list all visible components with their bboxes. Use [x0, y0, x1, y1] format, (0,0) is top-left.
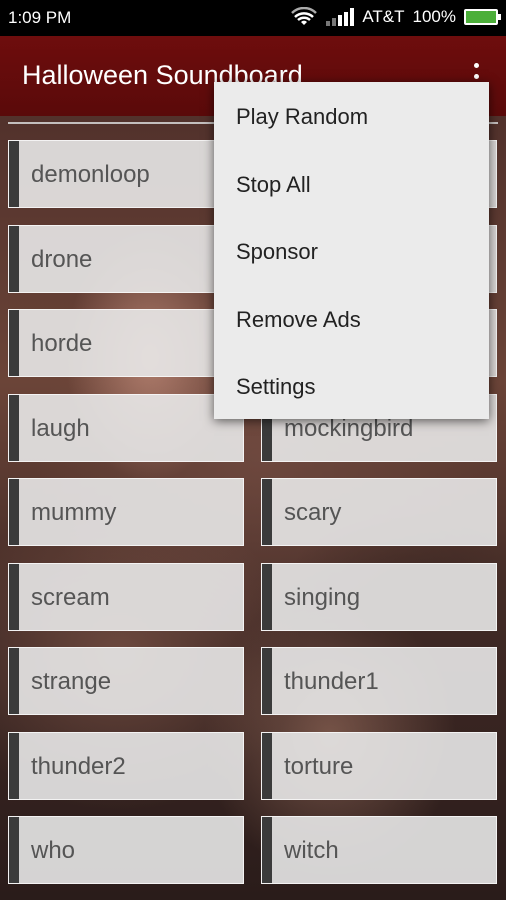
sound-button-accent: [262, 648, 272, 714]
sound-button-label: singing: [284, 583, 361, 611]
sound-button-accent: [9, 310, 19, 376]
signal-icon: [326, 8, 355, 26]
sound-button-accent: [262, 563, 272, 630]
sound-button-label: witch: [284, 837, 339, 864]
sound-button[interactable]: who: [8, 816, 244, 884]
sound-button-label: scream: [31, 583, 110, 611]
menu-item-settings[interactable]: Settings: [214, 352, 489, 419]
sound-button-accent: [9, 394, 19, 461]
sound-button[interactable]: torture: [261, 731, 497, 800]
sound-button-accent: [262, 479, 272, 545]
sound-button[interactable]: horde: [8, 309, 244, 377]
carrier-label: AT&T: [362, 7, 405, 26]
status-icons: AT&T 100%: [290, 7, 501, 27]
sound-button[interactable]: thunder2: [8, 731, 244, 800]
menu-item-remove-ads[interactable]: Remove Ads: [214, 285, 489, 352]
sound-button[interactable]: drone: [8, 224, 244, 293]
battery-percent: 100%: [412, 7, 456, 26]
menu-item-label: Stop All: [236, 171, 311, 197]
sound-button-label: thunder1: [284, 668, 379, 695]
menu-item-label: Settings: [236, 374, 316, 399]
sound-button-accent: [9, 563, 19, 630]
sound-button-accent: [262, 732, 272, 799]
sound-button-label: demonloop: [31, 161, 150, 188]
sound-button-accent: [262, 817, 272, 883]
wifi-icon: [291, 7, 318, 25]
menu-item-label: Sponsor: [236, 239, 318, 264]
sound-button-label: who: [31, 837, 76, 864]
sound-button[interactable]: strange: [8, 647, 244, 715]
menu-item-sponsor[interactable]: Sponsor: [214, 217, 489, 284]
menu-item-label: Remove Ads: [236, 306, 361, 332]
sound-button-accent: [9, 479, 19, 545]
sound-button-accent: [9, 141, 19, 207]
sound-button[interactable]: witch: [261, 816, 497, 884]
sound-button-label: scary: [284, 499, 342, 526]
status-bar: 1:09 PM AT&T 100%: [0, 0, 506, 36]
sound-button[interactable]: singing: [261, 562, 497, 631]
battery-icon: [464, 9, 501, 25]
sound-button[interactable]: scary: [261, 478, 497, 546]
sound-button-label: horde: [31, 330, 93, 357]
menu-item-stop-all[interactable]: Stop All: [214, 150, 489, 217]
menu-item-label: Play Random: [236, 104, 369, 129]
sound-button-label: mummy: [31, 499, 117, 526]
sound-button-accent: [9, 225, 19, 292]
sound-button[interactable]: laugh: [8, 393, 244, 462]
sound-button-accent: [9, 817, 19, 883]
sound-button[interactable]: scream: [8, 562, 244, 631]
sound-button-accent: [9, 732, 19, 799]
sound-button-label: torture: [284, 752, 354, 780]
overflow-menu: Play Random Stop All Sponsor Remove Ads Sett…: [214, 82, 489, 419]
sound-button-label: laugh: [31, 414, 90, 442]
sound-button[interactable]: mummy: [8, 478, 244, 546]
status-time: 1:09 PM: [8, 8, 72, 27]
sound-button[interactable]: thunder1: [261, 647, 497, 715]
sound-button[interactable]: demonloop: [8, 140, 244, 208]
sound-button-label: thunder2: [31, 752, 126, 780]
menu-item-play-random[interactable]: Play Random: [214, 82, 489, 149]
sound-button-label: drone: [31, 245, 93, 273]
sound-button-label: strange: [31, 668, 112, 695]
sound-button-accent: [9, 648, 19, 714]
